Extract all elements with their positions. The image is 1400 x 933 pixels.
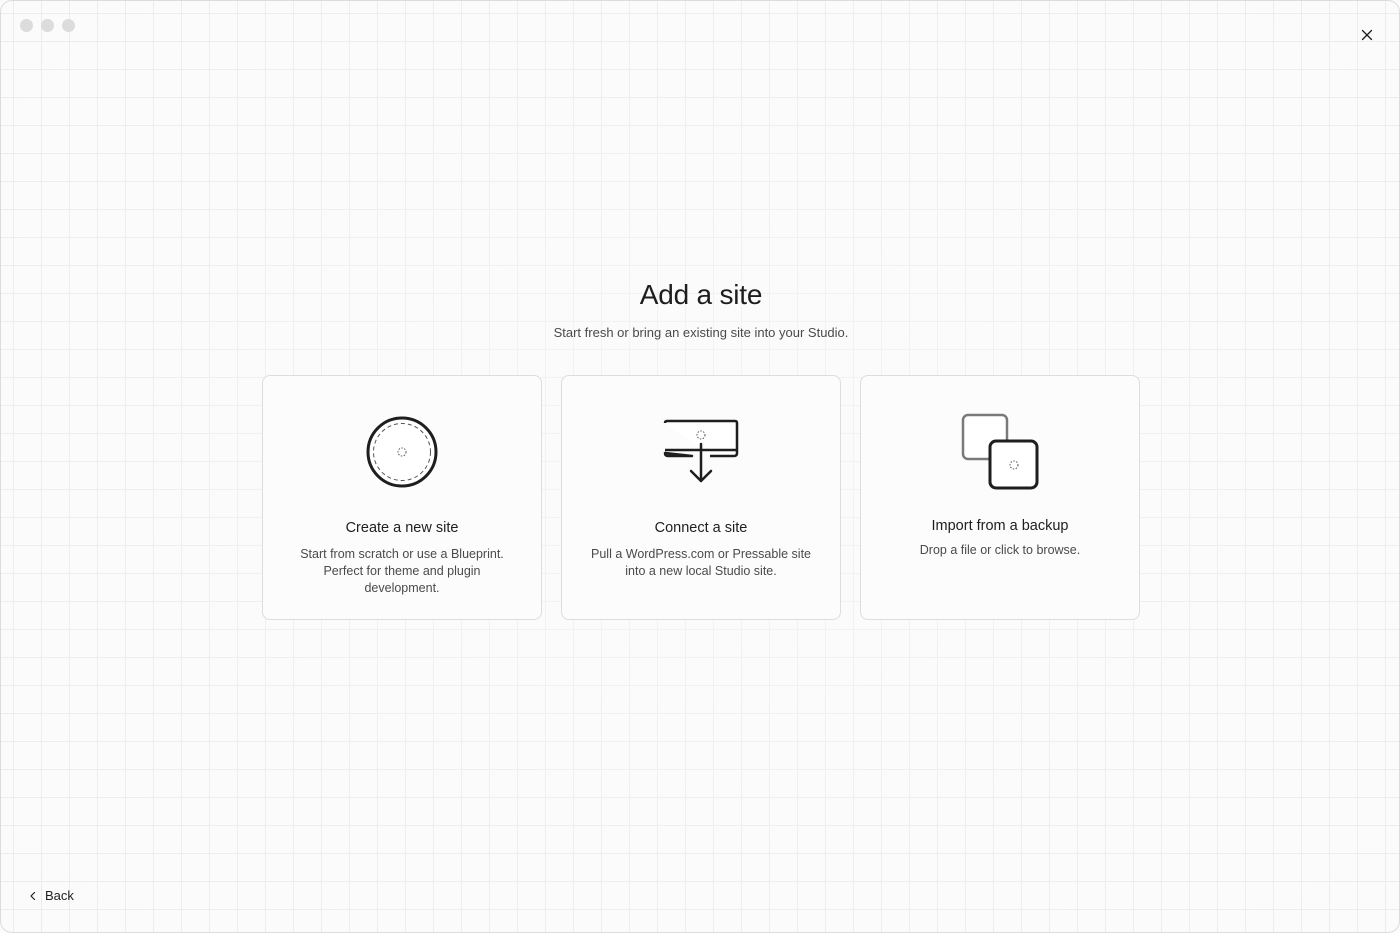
- option-cards: Create a new site Start from scratch or …: [262, 375, 1140, 620]
- import-backup-description: Drop a file or click to browse.: [919, 543, 1081, 557]
- close-button[interactable]: [1357, 25, 1377, 45]
- app-window: Add a site Start fresh or bring an exist…: [0, 0, 1400, 933]
- import-backup-title: Import from a backup: [931, 518, 1069, 534]
- connect-site-description: Pull a WordPress.com or Pressable site i…: [591, 547, 811, 578]
- connect-site-card[interactable]: Connect a site Pull a WordPress.com or P…: [561, 375, 841, 620]
- back-label: Back: [45, 888, 74, 903]
- page-title: Add a site: [639, 279, 763, 310]
- back-button[interactable]: Back: [29, 888, 74, 903]
- window-close-light[interactable]: [20, 19, 33, 32]
- create-site-description: Start from scratch or use a Blueprint. P…: [300, 547, 504, 595]
- close-icon: [1361, 29, 1373, 41]
- page-subtitle: Start fresh or bring an existing site in…: [553, 325, 849, 340]
- page-header: Add a site Start fresh or bring an exist…: [1, 279, 1400, 340]
- download-box-icon: [661, 412, 741, 492]
- window-controls: [20, 19, 75, 32]
- window-zoom-light[interactable]: [62, 19, 75, 32]
- stacked-squares-icon: [960, 412, 1040, 492]
- create-site-title: Create a new site: [345, 520, 459, 536]
- globe-circle-icon: [362, 412, 442, 492]
- create-site-card[interactable]: Create a new site Start from scratch or …: [262, 375, 542, 620]
- window-minimize-light[interactable]: [41, 19, 54, 32]
- chevron-left-icon: [30, 891, 36, 900]
- import-backup-card[interactable]: Import from a backup Drop a file or clic…: [860, 375, 1140, 620]
- connect-site-title: Connect a site: [654, 520, 748, 536]
